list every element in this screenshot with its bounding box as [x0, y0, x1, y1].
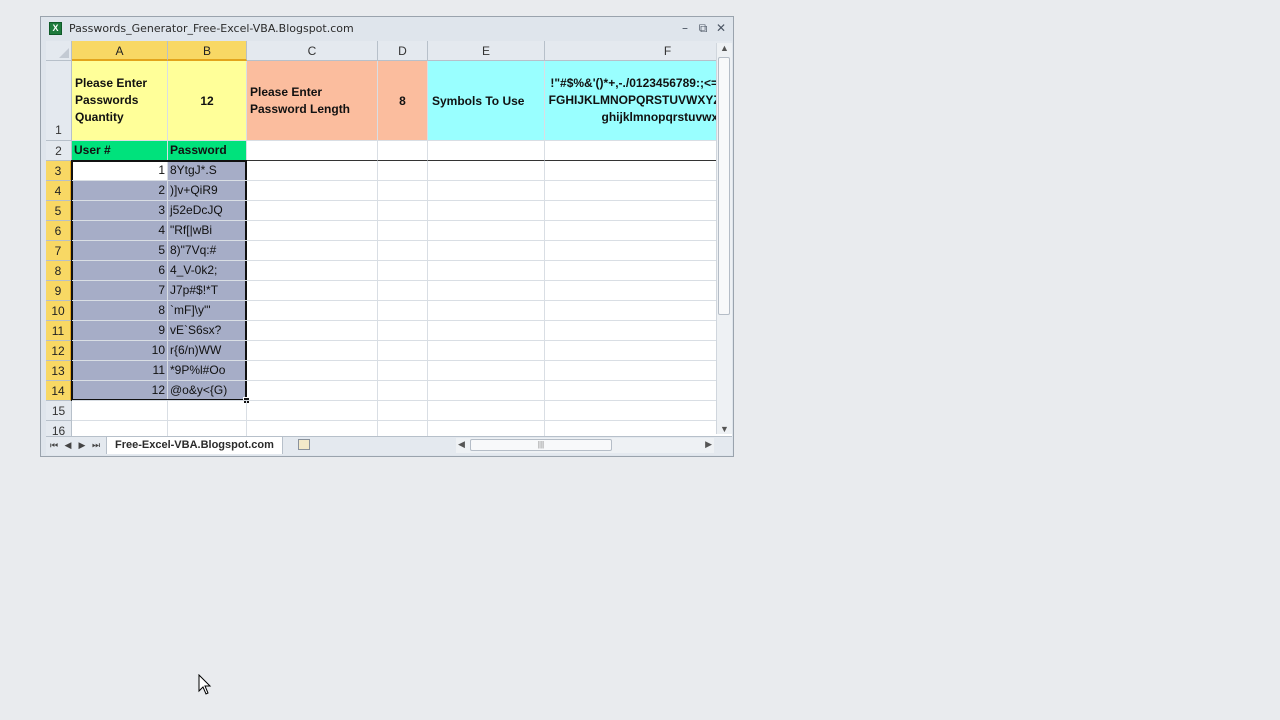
table-row-password[interactable]: *9P%l#Oo	[168, 361, 247, 381]
row-header-15[interactable]: 15	[46, 401, 72, 421]
col-line-e	[544, 161, 545, 441]
horizontal-scroll-thumb[interactable]: |||	[470, 439, 612, 451]
table-row-password[interactable]: @o&y<{G)	[168, 381, 247, 401]
row-header-10[interactable]: 10	[46, 301, 72, 321]
row-header-9[interactable]: 9	[46, 281, 72, 301]
table-row-user[interactable]: 4	[72, 221, 168, 241]
scroll-right-icon[interactable]: ▶	[705, 439, 712, 450]
table-row-password[interactable]: )]v+QiR9	[168, 181, 247, 201]
cell-e2[interactable]	[428, 141, 545, 161]
table-row-password[interactable]: j52eDcJQ	[168, 201, 247, 221]
table-row-user[interactable]: 11	[72, 361, 168, 381]
table-row-user[interactable]: 2	[72, 181, 168, 201]
table-row-user[interactable]: 9	[72, 321, 168, 341]
row-header-6[interactable]: 6	[46, 221, 72, 241]
table-row-user[interactable]: 7	[72, 281, 168, 301]
horizontal-scrollbar[interactable]: ◀ ||| ▶	[456, 438, 714, 453]
cell-f2[interactable]	[545, 141, 732, 161]
table-row-user[interactable]: 12	[72, 381, 168, 401]
row-header-13[interactable]: 13	[46, 361, 72, 381]
table-row-user[interactable]: 5	[72, 241, 168, 261]
row-header-4[interactable]: 4	[46, 181, 72, 201]
prev-sheet-icon[interactable]: ◀	[62, 438, 74, 452]
col-line-a	[167, 401, 168, 441]
table-row-password[interactable]: 8YtgJ*.S	[168, 161, 247, 181]
last-sheet-icon[interactable]: ⏭	[90, 438, 102, 452]
column-header-f[interactable]: F	[545, 41, 732, 61]
column-header-d[interactable]: D	[378, 41, 428, 61]
first-sheet-icon[interactable]: ⏮	[48, 438, 60, 452]
next-sheet-icon[interactable]: ▶	[76, 438, 88, 452]
table-row-password[interactable]: r{6/n)WW	[168, 341, 247, 361]
row-header-5[interactable]: 5	[46, 201, 72, 221]
title-bar[interactable]: X Passwords_Generator_Free-Excel-VBA.Blo…	[41, 17, 733, 41]
cell-b2[interactable]: Password	[168, 141, 247, 161]
table-row-password[interactable]: J7p#$!*T	[168, 281, 247, 301]
vertical-scrollbar[interactable]: ▲ ▼	[716, 43, 732, 434]
mouse-pointer-icon	[198, 674, 212, 695]
row-header-12[interactable]: 12	[46, 341, 72, 361]
sheet-tab-active[interactable]: Free-Excel-VBA.Blogspot.com	[106, 437, 283, 454]
restore-button[interactable]: ⧉	[696, 21, 710, 35]
table-row-user[interactable]: 8	[72, 301, 168, 321]
scroll-down-icon[interactable]: ▼	[720, 424, 729, 434]
select-all-corner[interactable]	[46, 41, 72, 61]
row-header-1[interactable]: 1	[46, 61, 72, 141]
spreadsheet-grid[interactable]: A B C D E F 1 2 3 4 5 6 7 8 9 10 11 12 1…	[46, 41, 732, 452]
excel-window: X Passwords_Generator_Free-Excel-VBA.Blo…	[40, 16, 734, 457]
cell-e1[interactable]: Symbols To Use	[428, 61, 545, 141]
insert-sheet-icon[interactable]	[298, 439, 310, 450]
row-header-11[interactable]: 11	[46, 321, 72, 341]
column-header-c[interactable]: C	[247, 41, 378, 61]
table-row-password[interactable]: `mF]\y'"	[168, 301, 247, 321]
table-row-user[interactable]: 6	[72, 261, 168, 281]
table-row-user[interactable]: 1	[72, 161, 168, 181]
scroll-up-icon[interactable]: ▲	[720, 43, 729, 53]
col-line-c	[377, 161, 378, 441]
table-row-user[interactable]: 10	[72, 341, 168, 361]
column-header-a[interactable]: A	[72, 41, 168, 61]
row-header-7[interactable]: 7	[46, 241, 72, 261]
row-header-3[interactable]: 3	[46, 161, 72, 181]
window-title: Passwords_Generator_Free-Excel-VBA.Blogs…	[69, 22, 354, 35]
col-line-b	[246, 401, 247, 441]
vertical-scroll-thumb[interactable]	[718, 57, 730, 315]
table-row-password[interactable]: 8)"7Vq:#	[168, 241, 247, 261]
cell-c2[interactable]	[247, 141, 378, 161]
row-header-8[interactable]: 8	[46, 261, 72, 281]
cell-d2[interactable]	[378, 141, 428, 161]
table-row-password[interactable]: vE`S6sx?	[168, 321, 247, 341]
cell-c1[interactable]: Please Enter Password Length	[247, 61, 378, 141]
excel-icon: X	[49, 22, 62, 35]
scroll-left-icon[interactable]: ◀	[458, 439, 465, 450]
sheet-tab-bar: ⏮ ◀ ▶ ⏭ Free-Excel-VBA.Blogspot.com ◀ ||…	[46, 436, 732, 455]
table-row-password[interactable]: 4_V-0k2;	[168, 261, 247, 281]
cell-a2[interactable]: User #	[72, 141, 168, 161]
close-button[interactable]: ✕	[714, 21, 728, 35]
table-row-user[interactable]: 3	[72, 201, 168, 221]
column-header-b[interactable]: B	[168, 41, 247, 61]
minimize-button[interactable]: –	[678, 21, 692, 35]
column-header-e[interactable]: E	[428, 41, 545, 61]
cell-a1[interactable]: Please Enter Passwords Quantity	[72, 61, 168, 141]
col-line-d	[427, 161, 428, 441]
row-header-14[interactable]: 14	[46, 381, 72, 401]
table-row-password[interactable]: "Rf[|wBi	[168, 221, 247, 241]
cell-f1[interactable]: !"#$%&'()*+,-./0123456789:;<=>?@ABCDEFGH…	[545, 61, 732, 141]
row-header-2[interactable]: 2	[46, 141, 72, 161]
cell-b1[interactable]: 12	[168, 61, 247, 141]
cell-d1[interactable]: 8	[378, 61, 428, 141]
